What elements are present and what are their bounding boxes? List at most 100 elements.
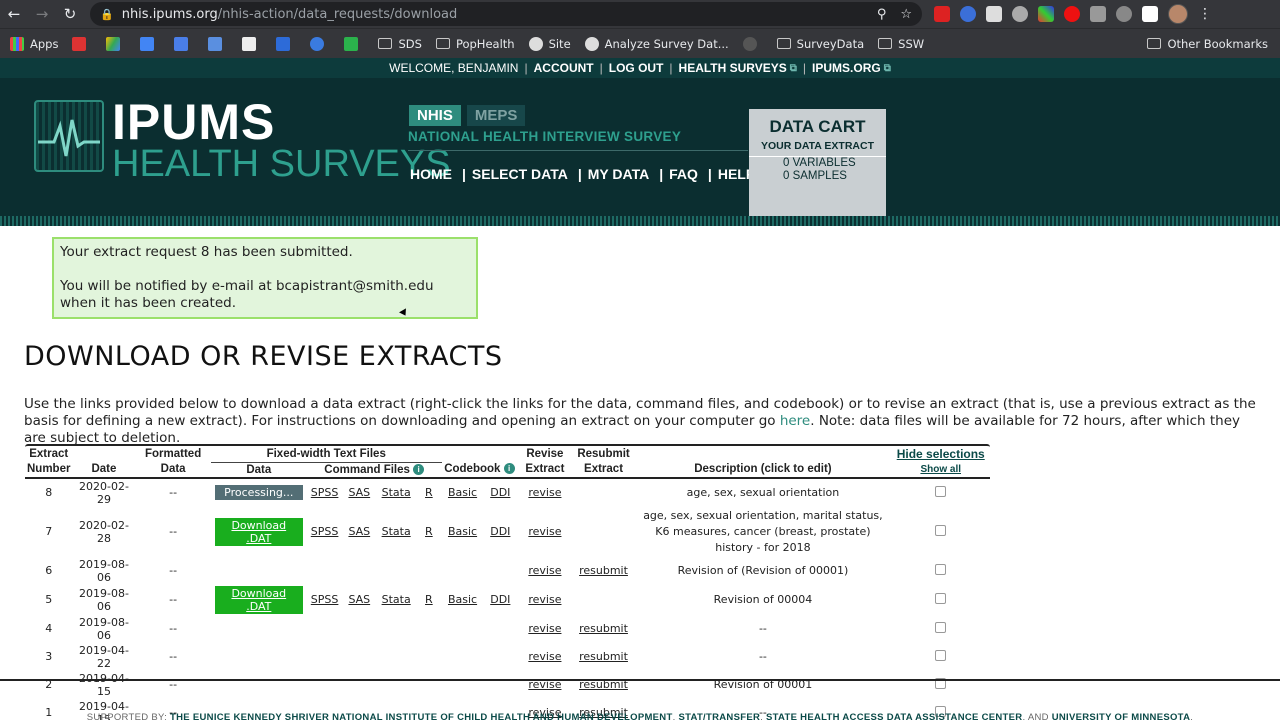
row-checkbox[interactable]	[935, 649, 947, 661]
revise-link[interactable]: revise	[528, 622, 561, 635]
extract-description[interactable]: --	[759, 650, 767, 663]
ipums-logo[interactable]: IPUMS HEALTH SURVEYS	[34, 97, 451, 184]
footer-link-stattransfer[interactable]: STAT/TRANSFER	[678, 712, 760, 720]
spss-link[interactable]: SPSS	[311, 525, 339, 538]
extension-grey-icon[interactable]	[1090, 6, 1106, 22]
extract-date: 2019-04-15	[78, 671, 129, 698]
bookmark-ssw[interactable]: SSW	[878, 37, 924, 51]
notice-line-1: Your extract request 8 has been submitte…	[60, 244, 353, 260]
codebook-ddi-link[interactable]: DDI	[490, 593, 510, 606]
nav-faq[interactable]: FAQ	[669, 166, 698, 182]
download-dat-button[interactable]: Download .DAT	[214, 517, 303, 546]
address-bar[interactable]: 🔒 nhis.ipums.org/nhis-action/data_reques…	[90, 2, 922, 26]
stata-link[interactable]: Stata	[382, 525, 411, 538]
row-checkbox[interactable]	[935, 621, 947, 633]
bookmark-sds[interactable]: SDS	[378, 37, 422, 51]
footer-link-umn[interactable]: UNIVERSITY OF MINNESOTA	[1052, 712, 1191, 720]
sas-link[interactable]: SAS	[348, 525, 370, 538]
bookmark-pophealth[interactable]: PopHealth	[435, 37, 515, 51]
spss-link[interactable]: SPSS	[311, 486, 339, 499]
tab-nhis[interactable]: NHIS	[409, 105, 461, 126]
extract-description[interactable]: age, sex, sexual orientation, marital st…	[643, 509, 882, 554]
revise-link[interactable]: revise	[528, 650, 561, 663]
revise-link[interactable]: revise	[528, 593, 561, 606]
info-icon[interactable]: i	[413, 463, 425, 475]
extension-red-icon[interactable]	[1064, 6, 1080, 22]
codebook-basic-link[interactable]: Basic	[448, 593, 477, 606]
revise-link[interactable]: revise	[528, 564, 561, 577]
forward-icon[interactable]: →	[28, 5, 56, 23]
instructions-link[interactable]: here	[780, 413, 810, 429]
bookmark-edit[interactable]	[242, 36, 262, 51]
bookmark-other[interactable]: Other Bookmarks	[1147, 37, 1268, 51]
tab-meps[interactable]: MEPS	[466, 105, 526, 126]
account-link[interactable]: ACCOUNT	[534, 61, 594, 75]
back-icon[interactable]: ←	[0, 5, 28, 23]
bookmark-github[interactable]	[742, 36, 763, 51]
extension-circle-icon[interactable]	[1012, 6, 1028, 22]
extension-doc-icon[interactable]	[986, 6, 1002, 22]
ipums-org-link[interactable]: IPUMS.ORG	[812, 61, 881, 75]
r-link[interactable]: R	[425, 486, 433, 499]
resubmit-link[interactable]: resubmit	[579, 622, 628, 635]
codebook-basic-link[interactable]: Basic	[448, 486, 477, 499]
bookmark-bluetooth[interactable]	[310, 36, 330, 51]
r-link[interactable]: R	[425, 593, 433, 606]
download-dat-button[interactable]: Download .DAT	[214, 585, 303, 614]
resubmit-link[interactable]: resubmit	[579, 650, 628, 663]
codebook-ddi-link[interactable]: DDI	[490, 525, 510, 538]
star-icon[interactable]: ☆	[900, 7, 912, 22]
show-all-link[interactable]: Show all	[920, 464, 961, 475]
revise-link[interactable]: revise	[528, 486, 561, 499]
extension-color-icon[interactable]	[1038, 6, 1054, 22]
reload-icon[interactable]: ↻	[56, 5, 84, 23]
r-link[interactable]: R	[425, 525, 433, 538]
logout-link[interactable]: LOG OUT	[609, 61, 664, 75]
extension-cross-icon[interactable]	[1142, 6, 1158, 22]
info-icon[interactable]: i	[503, 463, 515, 475]
extension-people-icon[interactable]	[1116, 6, 1132, 22]
sas-link[interactable]: SAS	[348, 593, 370, 606]
row-checkbox[interactable]	[935, 485, 947, 497]
spss-link[interactable]: SPSS	[311, 593, 339, 606]
footer-link-nichd[interactable]: THE EUNICE KENNEDY SHRIVER NATIONAL INST…	[170, 712, 673, 720]
extract-description[interactable]: Revision of 00004	[714, 593, 813, 606]
row-checkbox[interactable]	[935, 563, 947, 575]
extract-description[interactable]: age, sex, sexual orientation	[687, 486, 840, 499]
zoom-icon[interactable]: ⚲	[877, 7, 887, 22]
bookmark-docs[interactable]	[174, 36, 194, 51]
data-cart[interactable]: DATA CART YOUR DATA EXTRACT 0 VARIABLES …	[749, 109, 886, 216]
menu-icon[interactable]: ⋮	[1198, 6, 1212, 22]
hide-selections-link[interactable]: Hide selections	[897, 447, 985, 461]
extension-lastpass-icon[interactable]	[934, 6, 950, 22]
nav-home[interactable]: HOME	[410, 166, 452, 182]
stata-link[interactable]: Stata	[382, 486, 411, 499]
nav-select-data[interactable]: SELECT DATA	[472, 166, 568, 182]
bookmark-shield[interactable]	[208, 36, 228, 51]
nav-my-data[interactable]: MY DATA	[588, 166, 649, 182]
bookmark-apps[interactable]: Apps	[10, 36, 58, 51]
bookmark-calendar[interactable]	[140, 36, 160, 51]
revise-link[interactable]: revise	[528, 525, 561, 538]
profile-avatar[interactable]	[1168, 4, 1188, 24]
bookmark-s[interactable]	[276, 36, 296, 51]
stata-link[interactable]: Stata	[382, 593, 411, 606]
extract-description[interactable]: Revision of (Revision of 00001)	[678, 564, 849, 577]
bookmark-analyze[interactable]: Analyze Survey Dat...	[584, 36, 729, 51]
bookmark-site[interactable]: Site	[528, 36, 571, 51]
health-surveys-link[interactable]: HEALTH SURVEYS	[679, 61, 787, 75]
codebook-basic-link[interactable]: Basic	[448, 525, 477, 538]
bookmark-green[interactable]	[344, 36, 364, 51]
extract-description[interactable]: --	[759, 622, 767, 635]
extract-number: 6	[45, 564, 53, 577]
resubmit-link[interactable]: resubmit	[579, 564, 628, 577]
footer-link-shadac[interactable]: STATE HEALTH ACCESS DATA ASSISTANCE CENT…	[766, 712, 1022, 720]
bookmark-gmail[interactable]	[72, 36, 92, 51]
bookmark-surveydata[interactable]: SurveyData	[776, 37, 864, 51]
codebook-ddi-link[interactable]: DDI	[490, 486, 510, 499]
row-checkbox[interactable]	[935, 592, 947, 604]
bookmark-drive[interactable]	[106, 36, 126, 51]
row-checkbox[interactable]	[935, 524, 947, 536]
sas-link[interactable]: SAS	[348, 486, 370, 499]
extension-shield-icon[interactable]	[960, 6, 976, 22]
